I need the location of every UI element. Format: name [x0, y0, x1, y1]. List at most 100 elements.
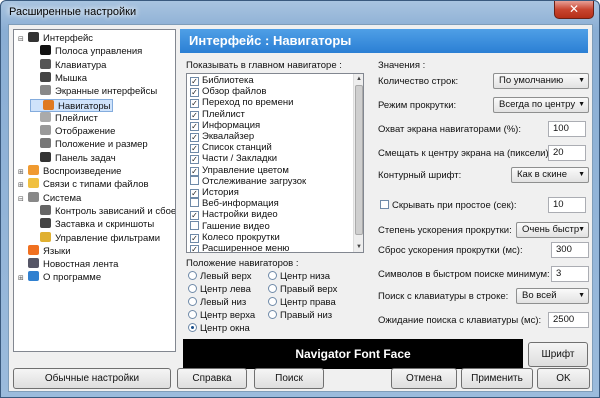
list-item[interactable]: ✓ Настройки видео: [190, 209, 278, 221]
list-item[interactable]: ✓ Колесо прокрутки: [190, 232, 280, 243]
checkbox[interactable]: [190, 175, 199, 185]
tree-expander-icon[interactable]: ⊞: [18, 272, 26, 285]
checkbox[interactable]: ✓: [190, 166, 199, 176]
tree-item[interactable]: Панель задач: [30, 151, 116, 165]
scroll-down-icon[interactable]: ▼: [354, 242, 363, 252]
tree-item[interactable]: Положение и размер: [30, 138, 148, 151]
tree-expander-icon[interactable]: ⊞: [18, 179, 26, 192]
checkbox[interactable]: ✓: [190, 233, 199, 243]
list-item[interactable]: ✓ Расширенное меню: [190, 243, 289, 252]
list-item[interactable]: ✓ Переход по времени: [190, 97, 293, 109]
radio-button[interactable]: [268, 284, 277, 293]
checkbox[interactable]: ✓: [190, 110, 199, 120]
radio-button[interactable]: [268, 310, 277, 319]
list-item[interactable]: ✓ Обзор файлов: [190, 86, 266, 98]
offset-field[interactable]: 20: [548, 145, 586, 161]
kb-wait-field[interactable]: 2500: [548, 312, 589, 328]
position-radio[interactable]: Центр окна: [188, 323, 250, 334]
checkbox[interactable]: ✓: [190, 189, 199, 198]
checkbox[interactable]: ✓: [190, 245, 199, 252]
tree-item[interactable]: Плейлист: [30, 111, 98, 125]
position-radio[interactable]: Левый верх: [188, 271, 252, 282]
help-button[interactable]: Справка: [177, 368, 247, 389]
outline-font-combo[interactable]: Как в скине ▼: [511, 167, 589, 183]
accel-combo[interactable]: Очень быстр ▼: [516, 222, 589, 238]
position-radio[interactable]: Правый низ: [268, 310, 332, 321]
tree-item[interactable]: ⊟ Интерфейс: [18, 32, 93, 45]
font-button[interactable]: Шрифт: [528, 342, 588, 367]
position-radio[interactable]: Левый низ: [188, 297, 246, 308]
tree-item[interactable]: Мышка: [30, 71, 87, 85]
kb-search-combo[interactable]: Во всей ▼: [516, 288, 589, 304]
tree-expander-icon[interactable]: ⊞: [18, 166, 26, 179]
list-item[interactable]: Веб-информация: [190, 198, 279, 209]
tree-item[interactable]: Полоса управления: [30, 45, 142, 58]
tree-item[interactable]: Отображение: [30, 125, 115, 138]
radio-button[interactable]: [268, 271, 277, 280]
list-item[interactable]: ✓ История: [190, 187, 239, 198]
tree-expander-icon[interactable]: ⊟: [18, 33, 26, 46]
apply-button[interactable]: Применить: [461, 368, 533, 389]
checkbox[interactable]: ✓: [190, 155, 199, 165]
tree-item[interactable]: ⊟ Система: [18, 191, 81, 206]
list-item[interactable]: ✓ Управление цветом: [190, 165, 289, 176]
list-item[interactable]: ✓ Плейлист: [190, 109, 245, 120]
quick-search-field[interactable]: 3: [551, 266, 589, 282]
list-item[interactable]: Гашение видео: [190, 220, 270, 232]
list-scrollbar[interactable]: ▲ ▼: [353, 74, 363, 252]
radio-button[interactable]: [188, 297, 197, 306]
tree-item[interactable]: Экранные интерфейсы: [30, 85, 157, 98]
coverage-field[interactable]: 100: [548, 121, 586, 137]
settings-tree[interactable]: ⊟ Интерфейс Полоса управления Клавиатура Мыш…: [13, 29, 176, 352]
checkbox[interactable]: ✓: [190, 144, 199, 154]
tree-item[interactable]: Клавиатура: [30, 58, 106, 72]
scroll-mode-combo[interactable]: Всегда по центру ▼: [493, 97, 589, 113]
ok-button[interactable]: OK: [537, 368, 590, 389]
hide-idle-checkbox[interactable]: [380, 200, 389, 209]
checkbox[interactable]: [190, 220, 199, 230]
hide-idle-checkbox-row[interactable]: Скрывать при простое (сек):: [380, 200, 517, 211]
normal-settings-button[interactable]: Обычные настройки: [13, 368, 171, 389]
position-radio[interactable]: Центр низа: [268, 271, 330, 282]
checkbox[interactable]: ✓: [190, 77, 199, 86]
tree-item[interactable]: Контроль зависаний и сбоев: [30, 204, 175, 218]
list-item[interactable]: ✓ Библиотека: [190, 75, 254, 86]
list-item[interactable]: ✓ Информация: [190, 120, 260, 131]
tree-expander-icon[interactable]: ⊟: [18, 193, 26, 206]
checkbox[interactable]: ✓: [190, 133, 199, 142]
checkbox[interactable]: ✓: [190, 99, 199, 109]
checkbox[interactable]: [190, 198, 199, 208]
hide-idle-field[interactable]: 10: [548, 197, 586, 213]
list-item[interactable]: ✓ Эквалайзер: [190, 131, 254, 142]
navigator-items-list[interactable]: ▲ ▼ ✓ Библиотека ✓ Обзор файлов ✓ Переход по …: [186, 73, 364, 253]
tree-item[interactable]: Навигаторы: [30, 98, 114, 112]
tree-item[interactable]: Заставка и скриншоты: [30, 218, 154, 231]
tree-item[interactable]: ⊞ О программе: [18, 271, 101, 284]
tree-item[interactable]: ⊞ Воспроизведение: [18, 165, 121, 178]
checkbox[interactable]: ✓: [190, 211, 199, 221]
radio-button[interactable]: [188, 323, 197, 332]
tree-item[interactable]: Управление фильтрами: [30, 231, 160, 245]
scroll-up-icon[interactable]: ▲: [354, 74, 363, 84]
reset-accel-field[interactable]: 300: [551, 242, 589, 258]
tree-item[interactable]: ⊞ Связи с типами файлов: [18, 178, 149, 191]
list-item[interactable]: ✓ Части / Закладки: [190, 153, 277, 165]
close-button[interactable]: ✕: [554, 1, 594, 19]
radio-button[interactable]: [268, 297, 277, 306]
cancel-button[interactable]: Отмена: [391, 368, 457, 389]
checkbox[interactable]: ✓: [190, 121, 199, 131]
tree-item[interactable]: Языки: [18, 244, 71, 258]
radio-button[interactable]: [188, 284, 197, 293]
position-radio[interactable]: Центр лева: [188, 284, 251, 295]
radio-button[interactable]: [188, 271, 197, 280]
tree-item[interactable]: Новостная лента: [18, 258, 118, 271]
position-radio[interactable]: Центр верха: [188, 310, 255, 321]
checkbox[interactable]: ✓: [190, 88, 199, 98]
radio-button[interactable]: [188, 310, 197, 319]
scroll-thumb[interactable]: [355, 85, 363, 235]
list-item[interactable]: ✓ Список станций: [190, 142, 272, 154]
list-item[interactable]: Отслеживание загрузок: [190, 175, 306, 187]
position-radio[interactable]: Центр права: [268, 297, 336, 308]
position-radio[interactable]: Правый верх: [268, 284, 337, 295]
search-button[interactable]: Поиск: [254, 368, 324, 389]
